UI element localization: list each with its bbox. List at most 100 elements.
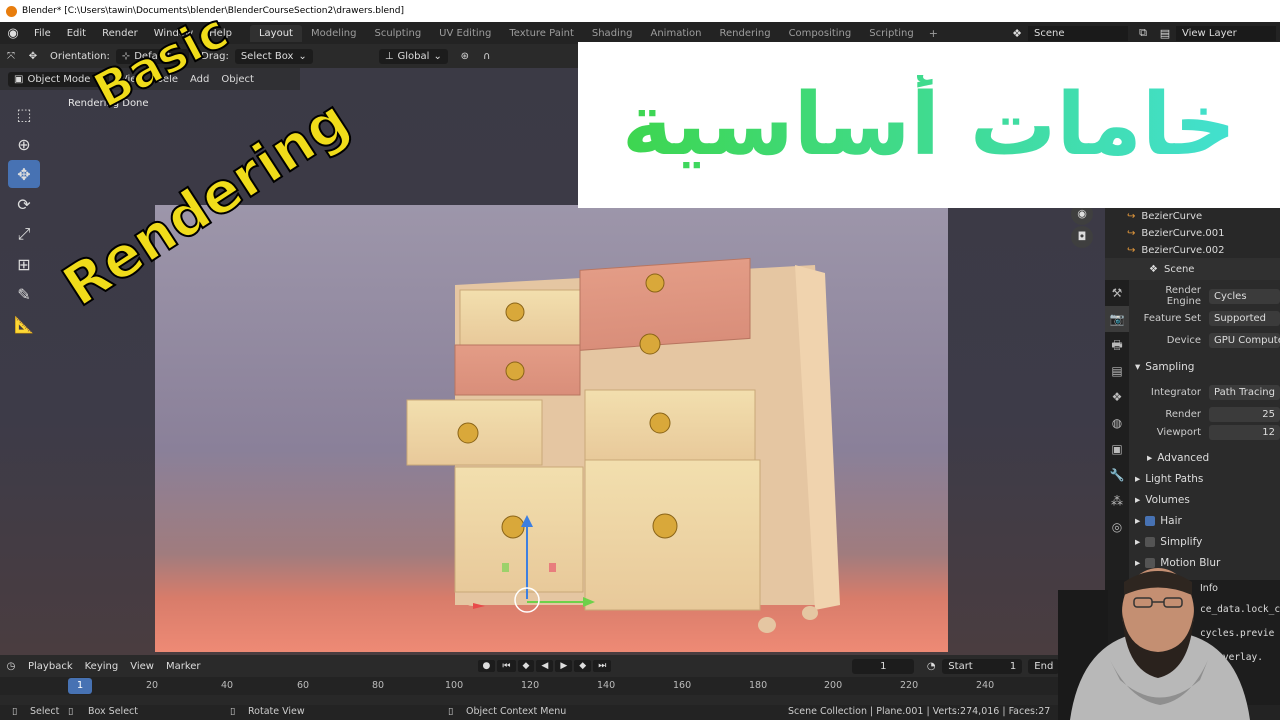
outliner-item-label: BezierCurve.002 <box>1141 245 1225 256</box>
cursor-tool-icon[interactable]: ⊕ <box>8 130 40 158</box>
record-icon[interactable]: ● <box>477 660 496 672</box>
integrator-dropdown[interactable]: Path Tracing <box>1209 384 1280 400</box>
movie-camera-icon[interactable]: ◘ <box>1071 226 1093 248</box>
viewport-samples-label: Viewport <box>1156 426 1201 438</box>
blender-logo-icon <box>6 5 17 17</box>
timeline-ruler[interactable]: 20 40 60 80 100 120 140 160 180 200 220 … <box>0 677 1105 695</box>
tab-uv-editing[interactable]: UV Editing <box>430 25 500 42</box>
timeline-body[interactable] <box>0 695 1105 705</box>
world-tab-icon[interactable]: ◍ <box>1105 410 1129 436</box>
playback-menu[interactable]: Playback <box>28 661 73 672</box>
feature-set-row: Feature Set Supported <box>1129 308 1280 328</box>
annotate-tool-icon[interactable]: ✎ <box>8 280 40 308</box>
render-engine-dropdown[interactable]: Cycles <box>1209 288 1280 304</box>
jump-end-icon[interactable]: ⏭ <box>593 660 612 672</box>
tab-compositing[interactable]: Compositing <box>780 25 861 42</box>
timeline-view-menu[interactable]: View <box>130 661 154 672</box>
drawer-pink-right <box>579 257 751 351</box>
physics-tab-icon[interactable]: ◎ <box>1105 514 1129 540</box>
view-layer-tab-icon[interactable]: ▤ <box>1105 358 1129 384</box>
tab-sculpting[interactable]: Sculpting <box>365 25 430 42</box>
hair-section[interactable]: ▸ Hair <box>1135 515 1182 527</box>
next-keyframe-icon[interactable]: ◆ <box>574 660 592 672</box>
hair-label: Hair <box>1160 515 1182 527</box>
move-gizmo-icon[interactable]: ✥ <box>22 51 44 62</box>
tab-texture-paint[interactable]: Texture Paint <box>500 25 583 42</box>
render-tab-icon[interactable]: 📷 <box>1105 306 1129 332</box>
sampling-section[interactable]: ▾ Sampling <box>1135 361 1194 373</box>
rotate-tool-icon[interactable]: ⟳ <box>8 190 40 218</box>
gizmo-plane-yz[interactable] <box>502 563 509 572</box>
new-scene-icon[interactable]: ⧉ <box>1132 26 1154 40</box>
menu-object[interactable]: Object <box>221 74 254 85</box>
modifier-tab-icon[interactable]: 🔧 <box>1105 462 1129 488</box>
dresser-render <box>406 257 840 633</box>
device-dropdown[interactable]: GPU Compute <box>1209 332 1280 348</box>
transform-tool-icon[interactable]: ⊞ <box>8 250 40 278</box>
prev-keyframe-icon[interactable]: ◆ <box>517 660 535 672</box>
chevron-down-icon: ⌄ <box>298 50 307 62</box>
menu-file[interactable]: File <box>26 28 59 39</box>
device-row: Device GPU Compute <box>1129 330 1280 350</box>
tab-scripting[interactable]: Scripting <box>860 25 922 42</box>
gizmo-plane-xz[interactable] <box>549 563 556 572</box>
dresser-foot <box>758 617 776 633</box>
tab-layout[interactable]: Layout <box>249 24 302 42</box>
outliner-item[interactable]: ↪ BezierCurve <box>1105 208 1280 225</box>
pivot-point-icon[interactable]: ⊛ <box>454 51 476 62</box>
outliner-item[interactable]: ↪ BezierCurve.002 <box>1105 242 1280 259</box>
render-engine-label: Render Engine <box>1165 285 1201 307</box>
tab-shading[interactable]: Shading <box>583 25 642 42</box>
view-layer-field[interactable]: View Layer <box>1176 25 1276 41</box>
jump-start-icon[interactable]: ⏮ <box>497 660 516 672</box>
frame-tick: 120 <box>521 680 540 691</box>
playhead-frame-indicator[interactable]: 1 <box>68 678 92 694</box>
volumes-section[interactable]: ▸ Volumes <box>1135 494 1190 506</box>
tab-modeling[interactable]: Modeling <box>302 25 366 42</box>
scene-name-field[interactable]: Scene <box>1028 25 1128 41</box>
feature-set-dropdown[interactable]: Supported <box>1209 310 1280 326</box>
tab-rendering[interactable]: Rendering <box>710 25 779 42</box>
viewport-samples-field[interactable]: 12 <box>1209 424 1280 440</box>
drag-dropdown[interactable]: Select Box ⌄ <box>234 48 313 64</box>
play-reverse-icon[interactable]: ◀ <box>536 660 554 672</box>
menu-render[interactable]: Render <box>94 28 146 39</box>
scene-tab-icon[interactable]: ❖ <box>1105 384 1129 410</box>
menu-edit[interactable]: Edit <box>59 28 94 39</box>
add-workspace-icon[interactable]: + <box>923 27 944 40</box>
timeline-editor-icon[interactable]: ◷ <box>0 661 22 672</box>
frame-tick: 240 <box>976 680 995 691</box>
scale-tool-icon[interactable]: ⤢ <box>8 220 40 248</box>
select-box-tool-icon[interactable]: ⬚ <box>8 100 40 128</box>
marker-menu[interactable]: Marker <box>166 661 201 672</box>
light-paths-section[interactable]: ▸ Light Paths <box>1135 473 1203 485</box>
frame-tick: 200 <box>824 680 843 691</box>
current-frame-field[interactable]: 1 <box>852 658 915 674</box>
measure-tool-icon[interactable]: 📐 <box>8 310 40 338</box>
presenter-webcam <box>1040 540 1280 720</box>
start-frame-field[interactable]: Start 1 <box>942 658 1023 674</box>
hair-checkbox[interactable] <box>1145 516 1156 526</box>
tool-tab-icon[interactable]: ⚒ <box>1105 280 1129 306</box>
snap-icon[interactable]: ∩ <box>476 51 498 62</box>
object-tab-icon[interactable]: ▣ <box>1105 436 1129 462</box>
advanced-section[interactable]: ▸ Advanced <box>1147 452 1209 464</box>
light-paths-label: Light Paths <box>1145 473 1204 485</box>
keying-menu[interactable]: Keying <box>85 661 119 672</box>
integrator-label: Integrator <box>1150 386 1201 398</box>
transform-tool-icon[interactable]: ⤧ <box>0 51 22 62</box>
transform-orientation-value: Global <box>397 50 430 62</box>
tab-animation[interactable]: Animation <box>642 25 711 42</box>
transform-orientation-dropdown[interactable]: ⊥ Global ⌄ <box>378 48 448 64</box>
render-samples-field[interactable]: 25 <box>1209 406 1280 422</box>
chevron-down-icon: ▾ <box>1135 361 1141 373</box>
outliner-item[interactable]: ↪ BezierCurve.001 <box>1105 225 1280 242</box>
frame-tick: 160 <box>673 680 692 691</box>
blender-menu-icon[interactable]: ◉ <box>0 26 26 41</box>
frame-tick: 80 <box>372 680 385 691</box>
play-icon[interactable]: ▶ <box>555 660 573 672</box>
timeline-header: ◷ Playback Keying View Marker ● ⏮ ◆ ◀ ▶ … <box>0 655 1105 677</box>
output-tab-icon[interactable]: 🖶 <box>1105 332 1129 358</box>
particles-tab-icon[interactable]: ⁂ <box>1105 488 1129 514</box>
move-tool-icon[interactable]: ✥ <box>8 160 40 188</box>
